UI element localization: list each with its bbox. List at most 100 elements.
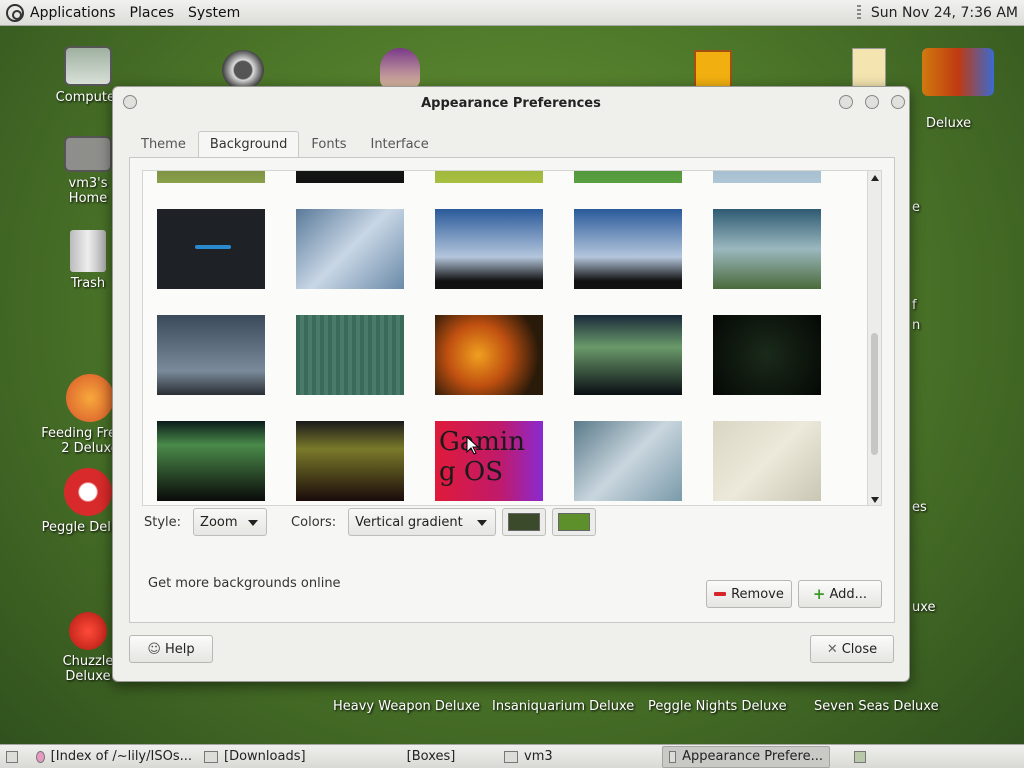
computer-icon (64, 46, 112, 86)
right-desktop-label: Deluxe (926, 116, 972, 131)
gear-game-icon[interactable] (222, 50, 264, 90)
wallpaper-thumbnail[interactable] (435, 171, 543, 183)
secondary-color-button[interactable] (552, 508, 597, 536)
desktop-icon-seven-seas[interactable]: Seven Seas Deluxe (814, 699, 939, 714)
menu-applications[interactable]: Applications (30, 5, 116, 21)
taskbar-item-label: [Index of /~lily/ISOs... (50, 749, 192, 764)
bottom-taskbar: [Index of /~lily/ISOs... [Downloads] [Bo… (0, 744, 1024, 768)
style-combo[interactable]: Zoom (193, 508, 268, 536)
right-desktop-label: es (912, 500, 927, 515)
home-folder-icon (64, 136, 112, 172)
scroll-up-icon[interactable] (871, 175, 879, 181)
wallpaper-thumbnail[interactable] (713, 209, 821, 289)
tab-fonts[interactable]: Fonts (299, 131, 358, 157)
wallpaper-thumbnail[interactable] (435, 315, 543, 395)
menu-places[interactable]: Places (130, 5, 175, 21)
wizard-game-icon[interactable] (380, 48, 420, 88)
tab-interface[interactable]: Interface (358, 131, 440, 157)
mahjong-game-icon[interactable] (694, 50, 732, 90)
ningpo-game-icon[interactable] (852, 48, 886, 88)
clock[interactable]: Sun Nov 24, 7:36 AM (871, 5, 1018, 21)
get-more-backgrounds-link[interactable]: Get more backgrounds online (148, 576, 341, 591)
zuma-game-icon[interactable] (922, 48, 994, 96)
wallpaper-thumbnail[interactable] (574, 209, 682, 289)
primary-color-swatch (508, 513, 541, 531)
scroll-thumb[interactable] (871, 333, 878, 455)
add-icon: + (812, 585, 826, 603)
trash-icon (70, 230, 106, 272)
show-desktop-button[interactable] (0, 746, 30, 768)
appearance-preferences-window: Appearance Preferences Theme Background … (112, 86, 910, 682)
tab-background[interactable]: Background (197, 131, 300, 157)
colors-label: Colors: (291, 514, 337, 530)
menu-system[interactable]: System (188, 5, 240, 21)
wallpaper-gallery[interactable]: Gaming OS (142, 170, 882, 506)
show-desktop-icon (6, 750, 18, 763)
distro-logo-icon[interactable] (6, 3, 24, 22)
folder-icon (204, 750, 218, 763)
remove-button[interactable]: Remove (706, 580, 792, 608)
wallpaper-thumbnail[interactable] (574, 421, 682, 501)
tab-theme[interactable]: Theme (129, 131, 198, 157)
window-titlebar[interactable]: Appearance Preferences (113, 87, 909, 119)
style-label: Style: (144, 514, 182, 530)
scroll-down-icon[interactable] (871, 497, 879, 503)
wallpaper-thumbnail[interactable] (157, 421, 265, 501)
add-button[interactable]: + Add... (798, 580, 882, 608)
taskbar-item-appearance[interactable]: Appearance Prefere... (662, 745, 830, 768)
colors-combo[interactable]: Vertical gradient (348, 508, 497, 536)
close-window-icon[interactable] (891, 95, 905, 109)
wallpaper-thumbnail[interactable] (157, 171, 265, 183)
wallpaper-thumbnail[interactable] (574, 315, 682, 395)
maximize-icon[interactable] (865, 95, 879, 109)
top-panel: Applications Places System Sun Nov 24, 7… (0, 0, 1024, 26)
taskbar-item-browser[interactable]: [Index of /~lily/ISOs... (30, 746, 198, 768)
close-button-label: Close (841, 641, 878, 657)
taskbar-item-boxes[interactable]: [Boxes] (364, 746, 498, 768)
panel-handle-icon (856, 4, 861, 21)
help-button[interactable]: ☺ Help (129, 635, 213, 663)
help-button-label: Help (164, 641, 195, 657)
wallpaper-thumbnail[interactable] (713, 171, 821, 183)
wallpaper-thumbnail[interactable] (713, 421, 821, 501)
wallpaper-thumbnail[interactable] (713, 315, 821, 395)
fish-icon (66, 374, 114, 422)
chuzzle-icon (69, 612, 107, 650)
wallpaper-thumbnail[interactable] (574, 171, 682, 183)
secondary-color-swatch (558, 513, 591, 531)
style-options-row: Style: Zoom Colors: Vertical gradient (142, 508, 597, 536)
workspace-icon (854, 750, 866, 763)
chevron-down-icon (248, 520, 259, 526)
add-button-label: Add... (829, 586, 868, 602)
appearance-icon (669, 750, 677, 763)
selected-wallpaper-text: Gaming OS (439, 427, 525, 487)
close-button[interactable]: ✕ Close (810, 635, 894, 663)
taskbar-item-vm3[interactable]: vm3 (498, 746, 662, 768)
remove-icon (714, 592, 727, 596)
wallpaper-thumbnail[interactable] (157, 209, 265, 289)
taskbar-item-label: vm3 (524, 749, 553, 764)
wallpaper-thumbnail[interactable] (435, 209, 543, 289)
close-icon: ✕ (826, 641, 838, 657)
workspace-switcher[interactable] (848, 746, 878, 768)
window-menu-icon[interactable] (123, 95, 137, 109)
colors-combo-value: Vertical gradient (355, 514, 463, 530)
right-desktop-label: e (912, 200, 920, 215)
desktop-icon-heavy-weapon[interactable]: Heavy Weapon Deluxe (333, 699, 480, 714)
browser-icon (36, 750, 45, 763)
wallpaper-thumbnail[interactable] (296, 171, 404, 183)
wallpaper-thumbnail[interactable] (296, 209, 404, 289)
wallpaper-thumbnail[interactable]: Gaming OS (423, 411, 559, 505)
taskbar-item-downloads[interactable]: [Downloads] (198, 746, 364, 768)
desktop-icon-insaniquarium[interactable]: Insaniquarium Deluxe (492, 699, 634, 714)
folder-icon (504, 750, 518, 763)
chevron-down-icon (477, 520, 488, 526)
minimize-icon[interactable] (839, 95, 853, 109)
primary-color-button[interactable] (502, 508, 547, 536)
wallpaper-thumbnail[interactable] (296, 421, 404, 501)
gallery-scrollbar[interactable] (867, 171, 881, 505)
right-desktop-label: uxe (912, 600, 936, 615)
desktop-icon-peggle-nights[interactable]: Peggle Nights Deluxe (648, 699, 787, 714)
wallpaper-thumbnail[interactable] (157, 315, 265, 395)
wallpaper-thumbnail[interactable] (296, 315, 404, 395)
